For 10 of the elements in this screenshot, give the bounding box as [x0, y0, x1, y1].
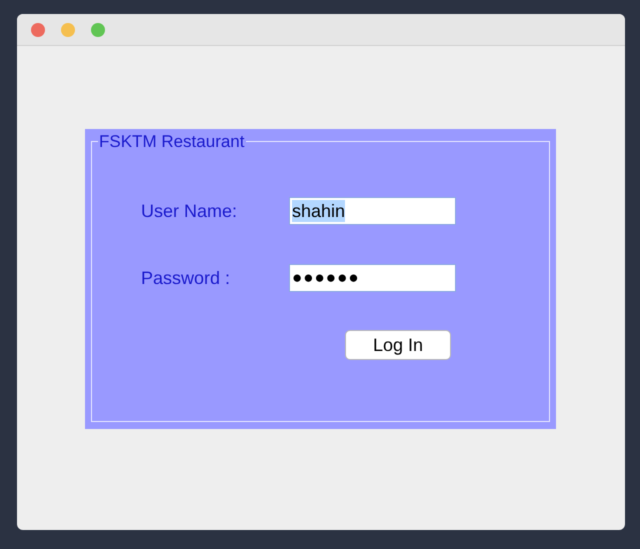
- window-control-button[interactable]: [91, 22, 105, 36]
- window-control-button[interactable]: [31, 22, 45, 36]
- login-button[interactable]: Log In: [345, 330, 451, 360]
- field-value: shahin: [292, 200, 346, 222]
- field-label: User Name:: [141, 200, 238, 222]
- password-field[interactable]: ●●●●●●: [289, 264, 456, 292]
- window-control-button[interactable]: [61, 22, 75, 36]
- field-value: ●●●●●●: [292, 267, 360, 289]
- field-label: Password :: [141, 266, 232, 290]
- username-field[interactable]: shahin: [289, 197, 456, 225]
